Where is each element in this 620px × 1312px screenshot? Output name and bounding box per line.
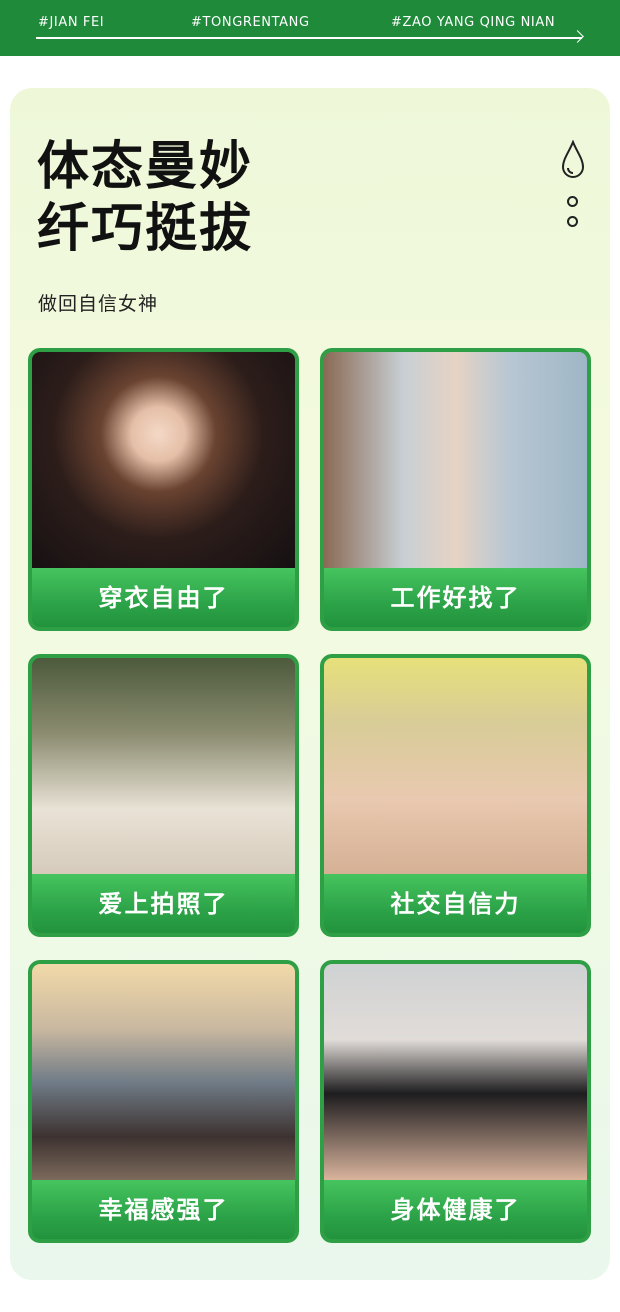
benefit-card[interactable]: 幸福感强了 (28, 960, 299, 1243)
benefit-card[interactable]: 社交自信力 (320, 654, 591, 937)
benefit-card[interactable]: 工作好找了 (320, 348, 591, 631)
top-banner: #JIAN FEI #TONGRENTANG #ZAO YANG QING NI… (0, 0, 620, 56)
friends-robes-photo (324, 658, 587, 874)
woman-white-top-photo (32, 352, 295, 568)
benefit-card[interactable]: 身体健康了 (320, 960, 591, 1243)
hashtag-zao-yang-qing-nian[interactable]: #ZAO YANG QING NIAN (391, 15, 555, 30)
water-drop-icon (561, 140, 585, 178)
benefit-card[interactable]: 穿衣自由了 (28, 348, 299, 631)
title-line-2: 纤巧挺拔 (37, 199, 254, 259)
page-title: 体态曼妙 纤巧挺拔 (37, 136, 253, 260)
card-caption: 工作好找了 (324, 568, 587, 627)
page-subtitle: 做回自信女神 (38, 293, 159, 315)
hashtag-jian-fei[interactable]: #JIAN FEI (38, 15, 104, 30)
couple-seaside-photo (32, 964, 295, 1180)
woman-gym-photo (324, 964, 587, 1180)
circle-dot-icon (567, 216, 578, 227)
card-caption: 爱上拍照了 (32, 874, 295, 933)
title-line-1: 体态曼妙 (37, 137, 254, 197)
woman-business-suit-photo (324, 352, 587, 568)
benefit-card[interactable]: 爱上拍照了 (28, 654, 299, 937)
hashtag-tongrentang[interactable]: #TONGRENTANG (191, 15, 310, 30)
circle-dot-icon (567, 196, 578, 207)
group-selfie-photo (32, 658, 295, 874)
card-caption: 社交自信力 (324, 874, 587, 933)
arrow-line (36, 37, 582, 39)
arrow-right-icon (571, 30, 584, 43)
card-caption: 身体健康了 (324, 1180, 587, 1239)
card-caption: 穿衣自由了 (32, 568, 295, 627)
card-caption: 幸福感强了 (32, 1180, 295, 1239)
